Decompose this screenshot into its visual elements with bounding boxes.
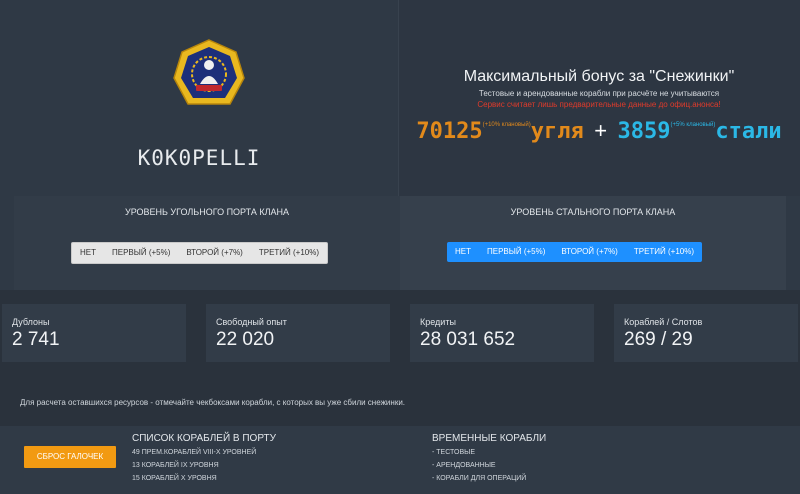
temp-ships-item: - ТЕСТОВЫЕ [432,449,475,456]
steel-port-option-second[interactable]: ВТОРОЙ (+7%) [553,242,625,262]
temp-ships-title: ВРЕМЕННЫЕ КОРАБЛИ [432,433,547,444]
ships-list-title: СПИСОК КОРАБЛЕЙ В ПОРТУ [132,433,276,444]
steel-value: 3859 [617,119,671,144]
bonus-subtitle: Тестовые и арендованные корабли при расч… [478,89,720,98]
coal-port-panel: УРОВЕНЬ УГОЛЬНОГО ПОРТА КЛАНА НЕТ ПЕРВЫЙ… [14,196,400,290]
stat-card-doubloons: Дублоны 2 741 [2,304,186,362]
steel-port-selector: НЕТ ПЕРВЫЙ (+5%) ВТОРОЙ (+7%) ТРЕТИЙ (+1… [447,242,703,262]
coal-port-option-first[interactable]: ПЕРВЫЙ (+5%) [104,243,178,263]
steel-port-option-none[interactable]: НЕТ [447,242,479,262]
steel-port-panel: УРОВЕНЬ СТАЛЬНОГО ПОРТА КЛАНА НЕТ ПЕРВЫЙ… [400,196,786,290]
stat-value: 269 / 29 [624,329,693,350]
coal-word: угля [530,119,584,144]
clan-name: K0K0PELLI [137,146,261,170]
bottom-panel [0,426,800,494]
coal-port-selector: НЕТ ПЕРВЫЙ (+5%) ВТОРОЙ (+7%) ТРЕТИЙ (+1… [71,242,329,264]
stat-label: Кредиты [420,317,456,327]
steel-port-option-third[interactable]: ТРЕТИЙ (+10%) [626,242,702,262]
coal-value: 70125 [416,119,483,144]
steel-note: (+5% клановый) [670,122,716,128]
steel-port-title: УРОВЕНЬ СТАЛЬНОГО ПОРТА КЛАНА [510,207,676,217]
coal-note: (+10% клановый) [482,122,531,128]
temp-ships-item: - АРЕНДОВАННЫЕ [432,462,496,469]
stat-card-credits: Кредиты 28 031 652 [410,304,594,362]
bonus-warning: Сервис считает лишь предварительные данн… [477,100,721,109]
stat-card-free-xp: Свободный опыт 22 020 [206,304,390,362]
clan-emblem-icon [173,39,245,105]
stat-value: 28 031 652 [420,329,516,350]
reset-checkboxes-button[interactable]: СБРОС ГАЛОЧЕК [24,446,116,468]
ships-list-item: 13 КОРАБЛЕЙ IX УРОВНЯ [132,462,219,469]
stat-label: Дублоны [12,317,50,327]
bonus-panel [398,0,800,196]
coal-port-option-none[interactable]: НЕТ [72,243,104,263]
stat-value: 2 741 [12,329,60,350]
bonus-values: 70125(+10% клановый)угля + 3859(+5% клан… [398,118,800,144]
steel-word: стали [715,119,782,144]
coal-port-title: УРОВЕНЬ УГОЛЬНОГО ПОРТА КЛАНА [124,207,290,217]
info-text: Для расчета оставшихся ресурсов - отмеча… [20,398,406,407]
stat-value: 22 020 [216,329,275,350]
ships-list-item: 49 ПРЕМ.КОРАБЛЕЙ VIII-X УРОВНЕЙ [132,449,257,456]
stat-card-ships-slots: Кораблей / Слотов 269 / 29 [614,304,798,362]
stat-label: Кораблей / Слотов [624,317,703,327]
ships-list-item: 15 КОРАБЛЕЙ X УРОВНЯ [132,475,217,482]
stat-label: Свободный опыт [216,317,287,327]
plus-sign: + [594,118,608,143]
coal-port-option-third[interactable]: ТРЕТИЙ (+10%) [251,243,327,263]
temp-ships-item: - КОРАБЛИ ДЛЯ ОПЕРАЦИЙ [432,475,527,482]
bonus-title: Максимальный бонус за "Снежинки" [463,68,735,85]
steel-port-option-first[interactable]: ПЕРВЫЙ (+5%) [479,242,553,262]
coal-port-option-second[interactable]: ВТОРОЙ (+7%) [178,243,250,263]
